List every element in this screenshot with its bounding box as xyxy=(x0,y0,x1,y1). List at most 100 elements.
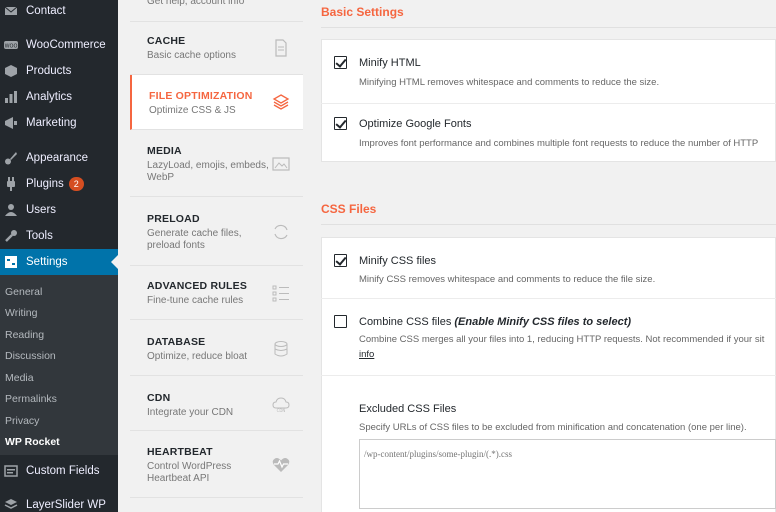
submenu-media[interactable]: Media xyxy=(5,369,34,387)
nav-item-database[interactable]: DATABASE Optimize, reduce bloat xyxy=(130,320,303,376)
nav-desc-advanced-rules: Fine-tune cache rules xyxy=(147,295,244,306)
menu-label-appearance: Appearance xyxy=(26,152,89,164)
heartbeat-icon xyxy=(271,455,291,475)
excluded-css-desc: Specify URLs of CSS files to be excluded… xyxy=(359,422,747,433)
nav-desc-file-optimization: Optimize CSS & JS xyxy=(149,105,236,116)
excluded-css-textarea[interactable] xyxy=(359,439,776,509)
section-divider xyxy=(321,27,776,28)
combine-css-label-note: (Enable Minify CSS files to select) xyxy=(454,316,632,328)
submenu-general[interactable]: General xyxy=(5,283,42,301)
nav-item-media[interactable]: MEDIA LazyLoad, emojis, embeds, WebP xyxy=(130,130,303,197)
menu-label-contact: Contact xyxy=(26,5,66,17)
box-icon xyxy=(4,64,18,78)
minify-css-checkbox[interactable] xyxy=(334,254,347,267)
nav-desc-dashboard: Get help, account info xyxy=(147,0,245,7)
submenu-discussion[interactable]: Discussion xyxy=(5,347,56,365)
plugins-update-badge: 2 xyxy=(68,177,84,191)
menu-item-analytics[interactable]: Analytics xyxy=(0,84,118,110)
menu-label-marketing: Marketing xyxy=(26,117,77,129)
submenu-writing[interactable]: Writing xyxy=(5,304,37,322)
menu-item-settings[interactable]: Settings xyxy=(0,249,118,275)
svg-text:CDN: CDN xyxy=(277,408,286,413)
bar-chart-icon xyxy=(4,90,18,104)
wp-admin-sidebar: Contact WOO WooCommerce Products Analyti… xyxy=(0,0,118,512)
nav-item-advanced-rules[interactable]: ADVANCED RULES Fine-tune cache rules xyxy=(130,266,303,320)
menu-item-custom-fields[interactable]: Custom Fields xyxy=(0,458,118,484)
menu-label-analytics: Analytics xyxy=(26,91,73,103)
settings-icon xyxy=(4,255,18,269)
nav-item-heartbeat[interactable]: HEARTBEAT Control WordPress Heartbeat AP… xyxy=(130,431,303,498)
nav-desc-cache: Basic cache options xyxy=(147,50,236,61)
submenu-permalinks[interactable]: Permalinks xyxy=(5,390,57,408)
nav-title-preload: PRELOAD xyxy=(147,213,200,225)
custom-fields-icon xyxy=(4,464,18,478)
field-divider xyxy=(321,375,776,376)
menu-label-plugins: Plugins xyxy=(26,178,64,190)
nav-title-database: DATABASE xyxy=(147,336,206,348)
database-icon xyxy=(271,339,291,359)
cdn-icon: CDN xyxy=(271,395,291,415)
nav-title-heartbeat: HEARTBEAT xyxy=(147,446,213,458)
field-divider xyxy=(321,103,776,104)
nav-item-preload[interactable]: PRELOAD Generate cache files, preload fo… xyxy=(130,197,303,266)
menu-item-layerslider[interactable]: LayerSlider WP xyxy=(0,492,118,512)
submenu-privacy[interactable]: Privacy xyxy=(5,412,39,430)
mail-icon xyxy=(4,4,18,18)
woo-icon: WOO xyxy=(4,38,18,52)
menu-label-woocommerce: WooCommerce xyxy=(26,39,106,51)
nav-title-cdn: CDN xyxy=(147,392,171,404)
nav-desc-database: Optimize, reduce bloat xyxy=(147,351,248,362)
nav-desc-heartbeat: Control WordPress Heartbeat API xyxy=(147,461,232,484)
minify-html-checkbox[interactable] xyxy=(334,56,347,69)
combine-css-label: Combine CSS files (Enable Minify CSS fil… xyxy=(359,316,631,328)
optimize-google-fonts-checkbox[interactable] xyxy=(334,117,347,130)
menu-item-users[interactable]: Users xyxy=(0,197,118,223)
document-icon xyxy=(271,38,291,58)
megaphone-icon xyxy=(4,116,18,130)
menu-item-marketing[interactable]: Marketing xyxy=(0,110,118,136)
stack-icon xyxy=(271,92,291,112)
combine-css-label-text: Combine CSS files xyxy=(359,316,455,328)
settings-submenu: General Writing Reading Discussion Media… xyxy=(0,275,118,455)
nav-title-media: MEDIA xyxy=(147,145,182,157)
nav-desc-preload: Generate cache files, preload fonts xyxy=(147,228,242,251)
menu-item-tools[interactable]: Tools xyxy=(0,223,118,249)
menu-label-tools: Tools xyxy=(26,230,53,242)
menu-item-products[interactable]: Products xyxy=(0,58,118,84)
wp-rocket-nav: Get help, account info CACHE Basic cache… xyxy=(118,0,303,512)
field-divider xyxy=(321,298,776,299)
menu-label-products: Products xyxy=(26,65,72,77)
combine-css-desc: Combine CSS merges all your files into 1… xyxy=(359,334,765,345)
menu-label-settings: Settings xyxy=(26,256,68,268)
menu-item-appearance[interactable]: Appearance xyxy=(0,145,118,171)
refresh-icon xyxy=(271,222,291,242)
nav-item-file-optimization[interactable]: FILE OPTIMIZATION Optimize CSS & JS xyxy=(130,75,303,130)
list-icon xyxy=(271,283,291,303)
section-title-basic-settings: Basic Settings xyxy=(321,5,404,19)
nav-desc-cdn: Integrate your CDN xyxy=(147,407,234,418)
user-icon xyxy=(4,203,18,217)
optimize-google-fonts-label: Optimize Google Fonts xyxy=(359,118,472,130)
combine-css-checkbox[interactable] xyxy=(334,315,347,328)
paintbrush-icon xyxy=(4,151,18,165)
submenu-reading[interactable]: Reading xyxy=(5,326,44,344)
nav-desc-media: LazyLoad, emojis, embeds, WebP xyxy=(147,160,269,183)
svg-text:WOO: WOO xyxy=(5,44,18,50)
image-icon xyxy=(271,154,291,174)
menu-item-plugins[interactable]: Plugins 2 xyxy=(0,171,118,197)
minify-css-label: Minify CSS files xyxy=(359,255,437,267)
menu-item-contact[interactable]: Contact xyxy=(0,0,118,24)
combine-css-more-info-link[interactable]: info xyxy=(359,349,374,360)
section-title-css-files: CSS Files xyxy=(321,202,377,216)
menu-label-users: Users xyxy=(26,204,57,216)
submenu-wp-rocket[interactable]: WP Rocket xyxy=(5,433,60,451)
nav-item-dashboard-partial[interactable]: Get help, account info xyxy=(130,0,303,22)
menu-item-woocommerce[interactable]: WOO WooCommerce xyxy=(0,32,118,58)
nav-item-cache[interactable]: CACHE Basic cache options xyxy=(130,22,303,75)
layers-icon xyxy=(4,498,18,512)
nav-item-cdn[interactable]: CDN Integrate your CDN CDN xyxy=(130,376,303,431)
plugin-icon xyxy=(4,177,18,191)
section-divider xyxy=(321,224,776,225)
nav-title-file-optimization: FILE OPTIMIZATION xyxy=(149,90,253,102)
optimize-google-fonts-desc: Improves font performance and combines m… xyxy=(359,138,759,149)
